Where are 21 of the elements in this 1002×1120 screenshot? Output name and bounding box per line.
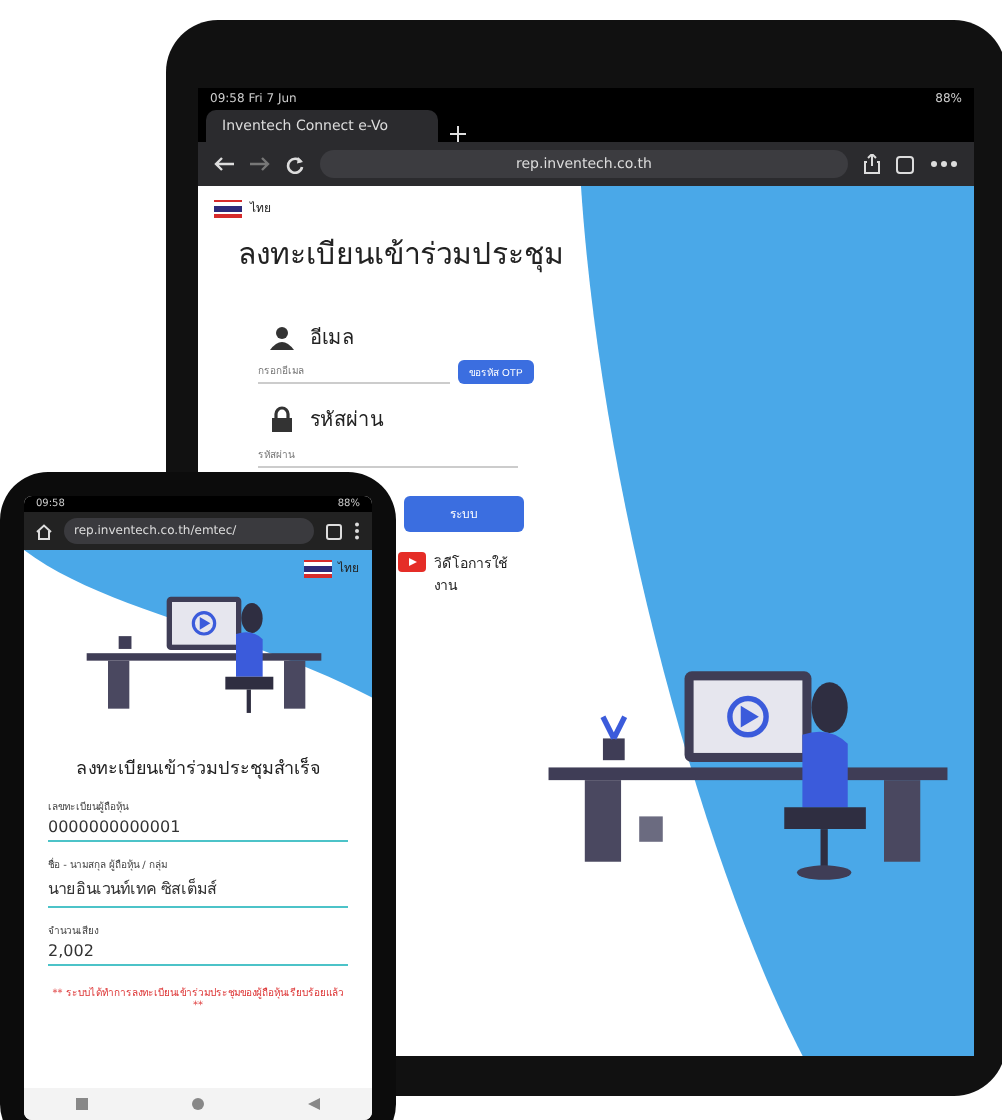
- home-icon[interactable]: [36, 523, 52, 539]
- share-icon[interactable]: [864, 154, 880, 174]
- page-title: ลงทะเบียนเข้าร่วมประชุมสำเร็จ: [74, 755, 322, 782]
- tabs-icon[interactable]: [326, 523, 342, 539]
- forward-icon[interactable]: [250, 156, 270, 172]
- email-label: อีเมล: [310, 325, 354, 352]
- more-icon[interactable]: [930, 160, 958, 168]
- password-label: รหัสผ่าน: [310, 408, 384, 434]
- field-value: นายอินเวนท์เทค ซิสเต็มส์: [48, 872, 348, 908]
- user-icon: [270, 325, 294, 349]
- tabs-icon[interactable]: [896, 155, 914, 173]
- field-value: 2,002: [48, 938, 348, 966]
- video-play-icon[interactable]: [398, 552, 426, 572]
- lock-icon: [270, 406, 294, 432]
- home-button-icon[interactable]: [192, 1098, 204, 1110]
- new-tab-icon[interactable]: [450, 126, 466, 142]
- thai-flag-icon[interactable]: [214, 199, 242, 217]
- thai-flag-icon[interactable]: [304, 559, 332, 577]
- field-value: 0000000000001: [48, 814, 348, 842]
- more-icon[interactable]: [354, 522, 360, 540]
- reload-icon[interactable]: [286, 155, 304, 173]
